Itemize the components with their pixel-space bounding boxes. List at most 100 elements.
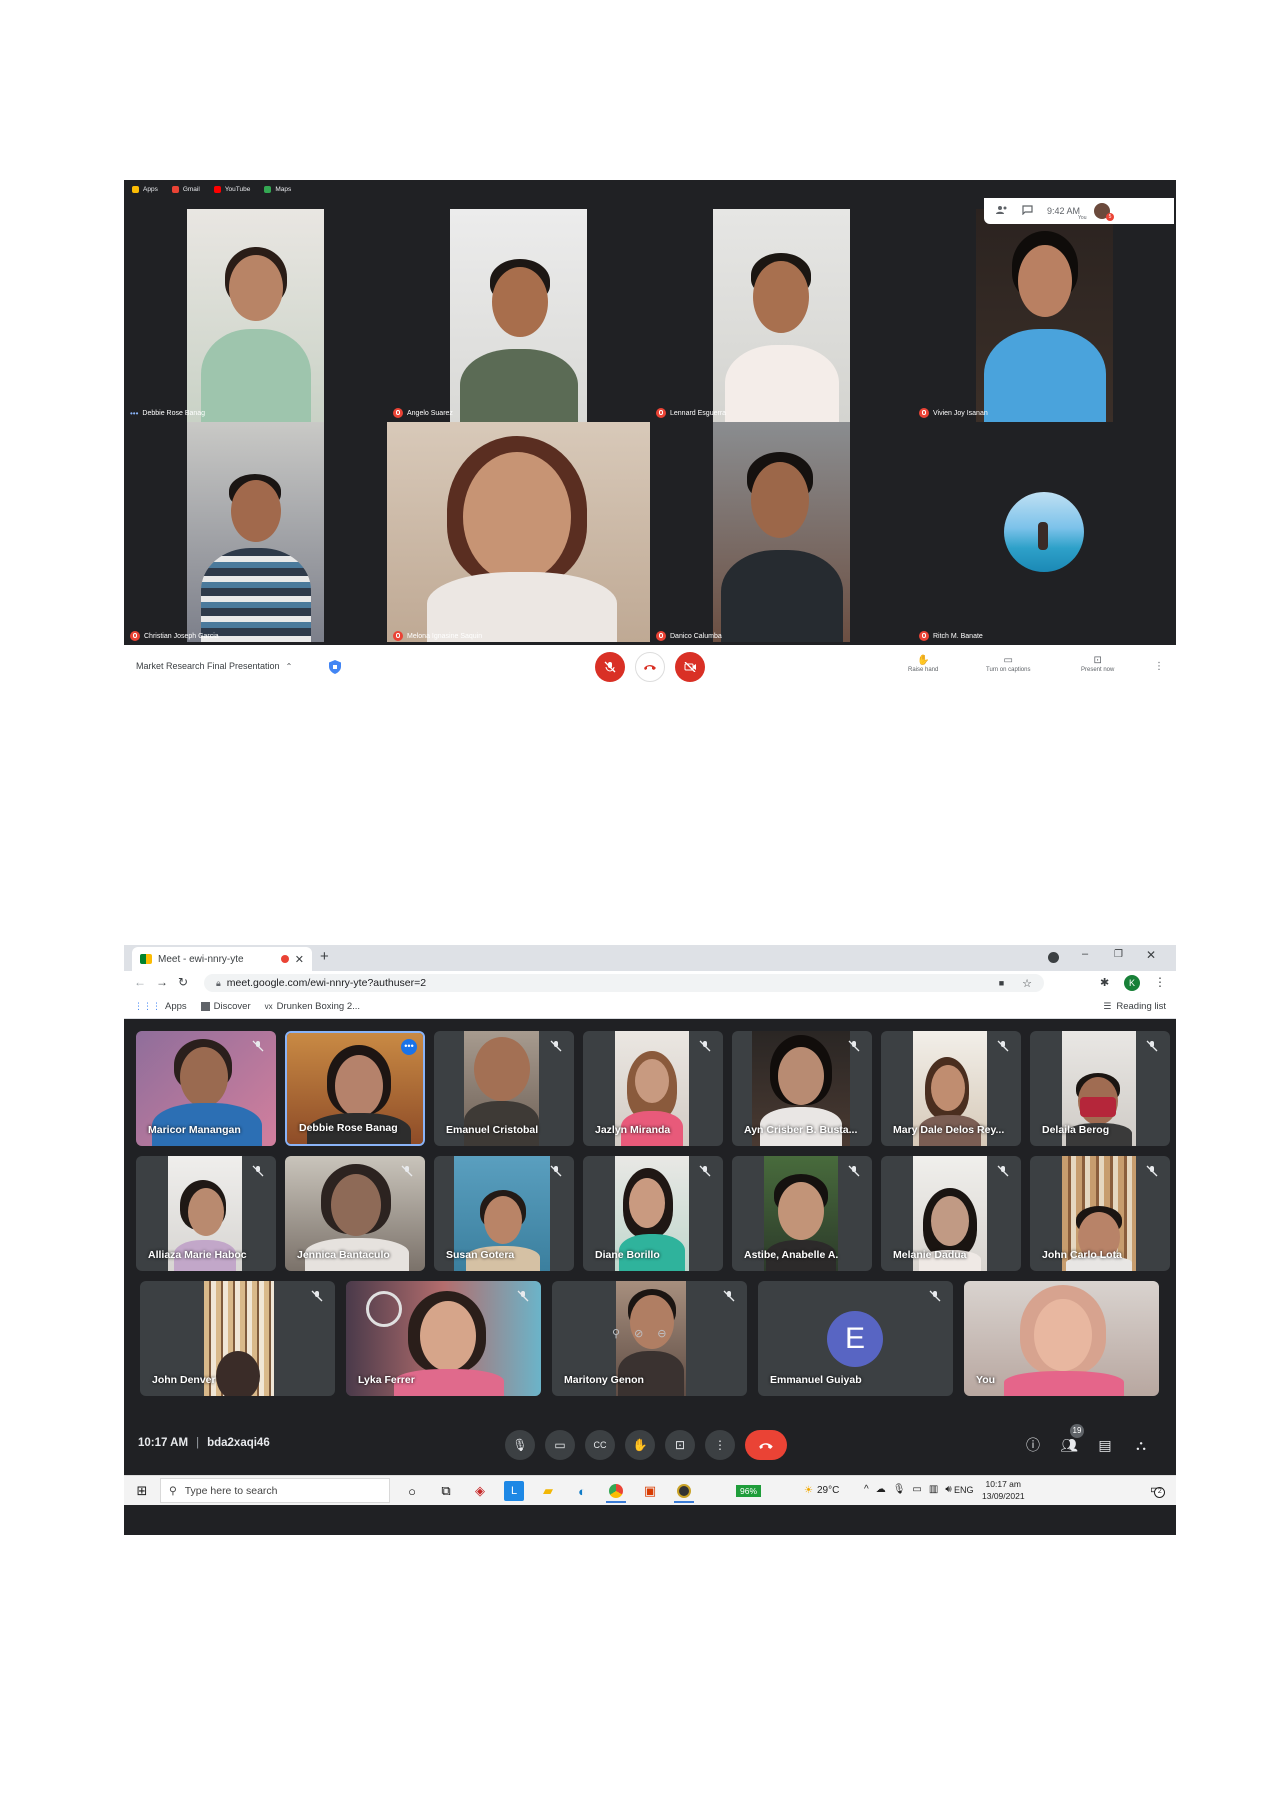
chat-icon[interactable] bbox=[1022, 205, 1033, 217]
close-tab-icon[interactable]: ✕ bbox=[295, 953, 304, 966]
display-icon[interactable]: ▭ bbox=[912, 1484, 921, 1495]
more-options-icon[interactable]: ⋮ bbox=[1154, 661, 1164, 672]
bookmark-apps[interactable]: Apps bbox=[132, 186, 158, 193]
captions-button[interactable]: ▭ Turn on captions bbox=[986, 655, 1030, 673]
battery-indicator[interactable]: 96% bbox=[736, 1485, 762, 1497]
participant-tile[interactable]: Astibe, Anabelle A. bbox=[732, 1156, 872, 1271]
participant-tile[interactable]: Diane Borillo bbox=[583, 1156, 723, 1271]
participant-tile[interactable]: Melona Ignasine Saquin bbox=[387, 422, 650, 645]
present-button[interactable]: ⊡ bbox=[665, 1430, 695, 1460]
mic-off-icon bbox=[1146, 1165, 1160, 1179]
mute-participant-icon[interactable]: ⊘ bbox=[634, 1327, 643, 1340]
camera-off-button[interactable] bbox=[675, 652, 705, 682]
meeting-details-button[interactable]: ⓘ bbox=[1018, 1430, 1048, 1460]
participant-tile[interactable]: ••• Debbie Rose Banag bbox=[124, 199, 387, 422]
url-field[interactable]: 🔒︎ meet.google.com/ewi-nnry-yte?authuser… bbox=[204, 974, 1044, 992]
volume-icon[interactable]: 🔊︎ bbox=[945, 1484, 951, 1495]
raise-hand-button[interactable]: ✋ bbox=[625, 1430, 655, 1460]
present-now-button[interactable]: ⊡ Present now bbox=[1081, 655, 1114, 673]
app-icon[interactable] bbox=[674, 1481, 694, 1503]
participant-tile[interactable]: Lennard Esguerra bbox=[650, 199, 913, 422]
task-view-icon[interactable]: ⧉ bbox=[436, 1481, 456, 1501]
taskbar-clock[interactable]: 10:17 am 13/09/2021 bbox=[982, 1478, 1025, 1502]
profile-menu-icon[interactable] bbox=[1048, 952, 1059, 963]
chevron-up-icon[interactable]: ^ bbox=[864, 1484, 869, 1495]
leave-call-button[interactable] bbox=[745, 1430, 787, 1460]
camera-indicator-icon[interactable]: ■ bbox=[999, 978, 1004, 988]
chat-button[interactable]: ▤ bbox=[1090, 1430, 1120, 1460]
participant-tile[interactable]: Mary Dale Delos Rey... bbox=[881, 1031, 1021, 1146]
mic-off-button[interactable] bbox=[595, 652, 625, 682]
windows-start-icon[interactable]: ⊞ bbox=[132, 1481, 152, 1501]
participant-tile[interactable]: Vivien Joy Isanan bbox=[913, 199, 1176, 422]
participant-tile[interactable]: John Carlo Lota bbox=[1030, 1156, 1170, 1271]
new-tab-icon[interactable]: + bbox=[320, 948, 329, 965]
microphone-button[interactable]: 🎙︎ bbox=[505, 1430, 535, 1460]
raise-hand-button[interactable]: ✋ Raise hand bbox=[908, 655, 938, 673]
close-window-icon[interactable]: ✕ bbox=[1146, 948, 1156, 962]
participant-tile[interactable]: Melanie Dadua bbox=[881, 1156, 1021, 1271]
shield-icon[interactable] bbox=[329, 660, 341, 674]
taskbar-search-box[interactable]: ⚲ Type here to search bbox=[160, 1478, 390, 1503]
office-icon[interactable]: ▣ bbox=[640, 1481, 660, 1501]
self-view-tile[interactable]: You bbox=[964, 1281, 1159, 1396]
participant-tile[interactable]: Jazlyn Miranda bbox=[583, 1031, 723, 1146]
lenovo-icon[interactable]: L bbox=[504, 1481, 524, 1501]
mcafee-icon[interactable]: ◈ bbox=[470, 1481, 490, 1501]
chrome-icon[interactable] bbox=[606, 1481, 626, 1503]
leave-call-button[interactable] bbox=[635, 652, 665, 682]
network-icon[interactable]: ▥ bbox=[929, 1484, 938, 1495]
pin-icon[interactable]: ⚲ bbox=[612, 1327, 620, 1340]
meeting-details-toggle[interactable]: Market Research Final Presentation ⌃ bbox=[136, 661, 292, 671]
bookmark-apps[interactable]: ⋮⋮⋮ Apps bbox=[134, 1001, 187, 1012]
more-options-button[interactable]: ⋮ bbox=[705, 1430, 735, 1460]
participant-tile[interactable]: Jennica Bantaculo bbox=[285, 1156, 425, 1271]
browser-tab[interactable]: Meet - ewi-nnry-yte ✕ bbox=[132, 947, 312, 971]
mic-icon[interactable]: 🎙︎ bbox=[893, 1484, 906, 1495]
participant-tile[interactable]: John Denver bbox=[140, 1281, 335, 1396]
minimize-icon[interactable]: – bbox=[1082, 948, 1088, 960]
participant-tile[interactable]: ⚲ ⊘ ⊖ Maritony Genon bbox=[552, 1281, 747, 1396]
reading-list-button[interactable]: ☰ Reading list bbox=[1103, 1001, 1166, 1012]
browser-menu-icon[interactable]: ⋮ bbox=[1154, 975, 1166, 989]
reload-icon[interactable]: ↻ bbox=[178, 975, 188, 989]
participant-tile[interactable]: Ritch M. Banate bbox=[913, 422, 1176, 645]
edge-icon[interactable]: ◐ bbox=[572, 1481, 592, 1501]
remove-icon[interactable]: ⊖ bbox=[657, 1327, 666, 1340]
participant-tile[interactable]: Christian Joseph Garcia bbox=[124, 422, 387, 645]
meeting-code: bda2xaqi46 bbox=[207, 1437, 270, 1449]
participant-tile[interactable]: Delaila Berog bbox=[1030, 1031, 1170, 1146]
bookmark-youtube[interactable]: YouTube bbox=[213, 186, 250, 193]
participant-tile[interactable]: Lyka Ferrer bbox=[346, 1281, 541, 1396]
restore-icon[interactable]: ❐ bbox=[1114, 949, 1123, 960]
bookmark-maps[interactable]: Maps bbox=[264, 186, 291, 193]
weather-widget[interactable]: ☀ 29°C bbox=[804, 1485, 839, 1496]
bookmark-drunken-boxing[interactable]: vx Drunken Boxing 2... bbox=[265, 1001, 360, 1012]
activities-button[interactable]: ⛬ bbox=[1126, 1430, 1156, 1460]
participant-tile[interactable]: Alliaza Marie Haboc bbox=[136, 1156, 276, 1271]
bookmark-gmail[interactable]: Gmail bbox=[171, 186, 200, 193]
camera-button[interactable]: ▭ bbox=[545, 1430, 575, 1460]
people-icon[interactable] bbox=[996, 205, 1008, 217]
file-explorer-icon[interactable]: ▰ bbox=[538, 1481, 558, 1501]
participant-tile-pinned[interactable]: ••• Debbie Rose Banag bbox=[285, 1031, 425, 1146]
participant-tile[interactable]: Danico Calumba bbox=[650, 422, 913, 645]
participant-tile[interactable]: Angelo Suarez bbox=[387, 199, 650, 422]
bookmark-star-icon[interactable]: ☆ bbox=[1022, 977, 1032, 990]
participant-tile[interactable]: Maricor Manangan bbox=[136, 1031, 276, 1146]
forward-icon[interactable]: → bbox=[156, 975, 168, 989]
participant-tile[interactable]: E Emmanuel Guiyab bbox=[758, 1281, 953, 1396]
people-button[interactable]: 👥︎ 19 bbox=[1054, 1424, 1084, 1460]
cortana-icon[interactable]: ○ bbox=[402, 1481, 422, 1501]
captions-button[interactable]: CC bbox=[585, 1430, 615, 1460]
bookmark-discover[interactable]: Discover bbox=[200, 1001, 251, 1012]
language-indicator[interactable]: ENG bbox=[954, 1485, 974, 1495]
participant-tile[interactable]: Ayn Crisber B. Busta... bbox=[732, 1031, 872, 1146]
extensions-icon[interactable]: ✱ bbox=[1100, 976, 1109, 989]
profile-avatar[interactable]: K bbox=[1124, 975, 1140, 991]
cloud-icon[interactable]: ☁ bbox=[876, 1484, 886, 1495]
notification-center-icon[interactable]: ▭2 bbox=[1150, 1482, 1166, 1498]
participant-tile[interactable]: Susan Gotera bbox=[434, 1156, 574, 1271]
back-icon[interactable]: ← bbox=[134, 975, 146, 989]
participant-tile[interactable]: Emanuel Cristobal bbox=[434, 1031, 574, 1146]
